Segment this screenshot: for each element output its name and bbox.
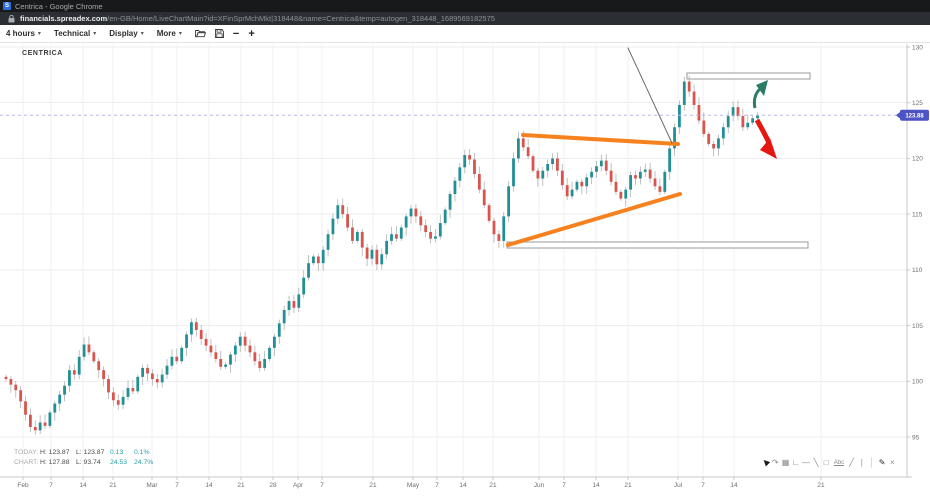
svg-text:7: 7 (49, 482, 53, 489)
svg-text:Jun: Jun (534, 482, 545, 489)
down-arrow-head (760, 138, 777, 159)
chart-change-pct: 24.7% (134, 458, 153, 468)
axes-layer: 130 125 120 115 110 105 100 95 Feb 7 14 21 Mar 7 14 21 2… (0, 44, 923, 489)
save-icon[interactable] (215, 29, 224, 38)
browser-window: { "window": { "title": "Centrica - Googl… (0, 0, 930, 497)
address-bar[interactable]: financials.spreadex.com/en-GB/Home/LiveC… (0, 12, 930, 25)
support-zone (507, 242, 808, 248)
chevron-down-icon: ▾ (141, 30, 144, 37)
svg-text:14: 14 (79, 482, 87, 489)
vertical-line-tool-icon[interactable]: | (858, 458, 865, 467)
svg-text:130: 130 (912, 44, 923, 51)
technical-menu[interactable]: Technical ▾ (54, 29, 96, 38)
svg-text:105: 105 (912, 323, 923, 330)
svg-text:May: May (407, 482, 420, 489)
svg-text:100: 100 (912, 379, 923, 386)
drawing-toolbar: ▶↷▦∟— ╲□Abc╱|│ ✎× (760, 458, 897, 467)
legend-chart-label: CHART: (14, 458, 40, 468)
spreadex-favicon: S (3, 2, 11, 10)
rectangle-tool-icon[interactable]: □ (823, 458, 830, 467)
url-path: /en-GB/Home/LiveChartMain?id=XFinSprMchM… (107, 14, 495, 23)
svg-text:14: 14 (730, 482, 738, 489)
trendlines-layer (508, 48, 680, 245)
svg-text:14: 14 (205, 482, 213, 489)
svg-text:7: 7 (562, 482, 566, 489)
diagonal-line-tool-icon[interactable]: ╱ (848, 458, 855, 467)
resistance-zone (687, 73, 810, 79)
svg-text:120: 120 (912, 156, 923, 163)
padlock-icon (8, 15, 15, 23)
chart-toolbar: 4 hours ▾ Technical ▾ Display ▾ More ▾ −… (0, 25, 930, 43)
svg-text:110: 110 (912, 267, 923, 274)
svg-text:Mar: Mar (146, 482, 158, 489)
horizontal-line-tool-icon[interactable]: — (802, 458, 809, 467)
today-low-value: L: 123.87 (76, 448, 110, 458)
chevron-down-icon: ▾ (38, 30, 41, 37)
svg-text:21: 21 (489, 482, 497, 489)
toolbar-divider: │ (868, 458, 875, 467)
window-title: Centrica - Google Chrome (15, 2, 103, 11)
svg-text:115: 115 (912, 211, 923, 218)
chart-low-value: L: 93.74 (76, 458, 110, 468)
svg-text:28: 28 (269, 482, 277, 489)
display-menu[interactable]: Display ▾ (109, 29, 143, 38)
display-menu-label: Display (109, 29, 137, 38)
svg-text:Apr: Apr (293, 482, 304, 489)
svg-text:21: 21 (109, 482, 117, 489)
svg-text:7: 7 (701, 482, 705, 489)
svg-text:21: 21 (369, 482, 377, 489)
technical-menu-label: Technical (54, 29, 90, 38)
svg-text:95: 95 (912, 434, 920, 441)
url-domain: financials.spreadex.com (20, 14, 107, 23)
zoom-out-button[interactable]: − (233, 29, 239, 39)
timeframe-menu[interactable]: 4 hours ▾ (6, 29, 41, 38)
window-titlebar: S Centrica - Google Chrome (0, 0, 930, 12)
today-high-value: H: 123.87 (40, 448, 76, 458)
chevron-down-icon: ▾ (179, 30, 182, 37)
segment-tool-icon[interactable]: ╲ (813, 458, 820, 467)
pointer-tool-icon[interactable]: ▶ (759, 457, 770, 468)
legend-today-label: TODAY: (14, 448, 40, 458)
instrument-label: CENTRICA (22, 50, 63, 57)
pencil-tool-icon[interactable]: ✎ (879, 458, 886, 467)
timeframe-menu-label: 4 hours (6, 29, 35, 38)
triangle-lower-trendline[interactable] (508, 194, 680, 245)
svg-text:7: 7 (175, 482, 179, 489)
up-projection-arrow[interactable] (754, 88, 761, 108)
grid-layer (0, 44, 907, 477)
svg-text:125: 125 (912, 100, 923, 107)
svg-text:123.88: 123.88 (905, 114, 924, 120)
svg-text:14: 14 (592, 482, 600, 489)
grid-tool-icon[interactable]: ▦ (782, 458, 789, 467)
svg-text:Jul: Jul (674, 482, 683, 489)
zoom-in-button[interactable]: + (248, 29, 254, 39)
today-change-pct: 0.1% (134, 448, 150, 458)
more-menu[interactable]: More ▾ (157, 29, 182, 38)
svg-text:Feb: Feb (17, 482, 29, 489)
chevron-down-icon: ▾ (93, 30, 96, 37)
legend-chart-row: CHART:H: 127.88L: 93.7424.5324.7% (14, 458, 153, 468)
chart-high-value: H: 127.88 (40, 458, 76, 468)
svg-text:21: 21 (237, 482, 245, 489)
svg-text:14: 14 (459, 482, 467, 489)
chart-change-value: 24.53 (110, 458, 134, 468)
svg-text:21: 21 (624, 482, 632, 489)
chart-legend: TODAY:H: 123.87L: 123.870.130.1% CHART:H… (14, 448, 153, 467)
svg-text:7: 7 (320, 482, 324, 489)
delete-tool-icon[interactable]: × (889, 458, 896, 467)
legend-today-row: TODAY:H: 123.87L: 123.870.130.1% (14, 448, 153, 458)
down-projection-arrow[interactable] (757, 120, 769, 143)
more-menu-label: More (157, 29, 176, 38)
text-tool-icon[interactable]: Abc (833, 460, 845, 466)
today-change-value: 0.13 (110, 448, 134, 458)
trend-axes-tool-icon[interactable]: ∟ (792, 458, 799, 467)
triangle-upper-trendline[interactable] (523, 135, 678, 144)
svg-text:7: 7 (435, 482, 439, 489)
last-price-badge: 123.88 (896, 110, 929, 121)
candlestick-chart-canvas[interactable]: 130 125 120 115 110 105 100 95 Feb 7 14 21 Mar 7 14 21 2… (0, 0, 930, 497)
freehand-tool-icon[interactable]: ↷ (772, 458, 779, 467)
svg-text:21: 21 (817, 482, 825, 489)
pointer-line[interactable] (628, 48, 672, 143)
open-folder-icon[interactable] (195, 29, 206, 38)
